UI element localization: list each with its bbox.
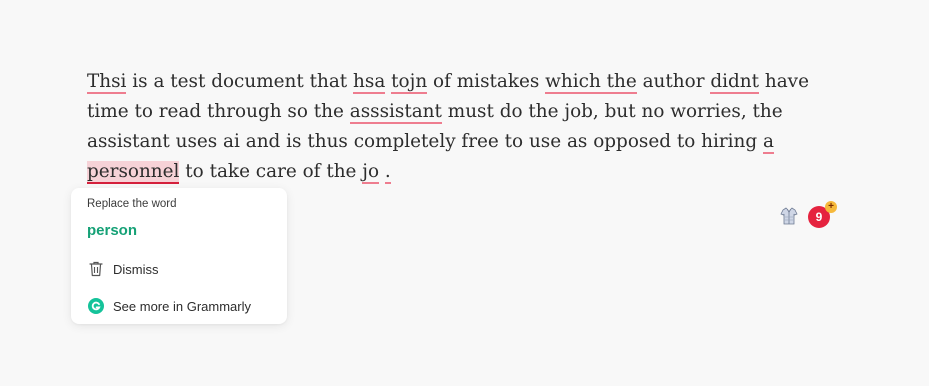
premium-plus-badge: + <box>825 201 837 213</box>
error-word[interactable]: jo <box>362 161 380 184</box>
error-word[interactable]: . <box>384 161 391 184</box>
dismiss-button[interactable]: Dismiss <box>87 259 159 279</box>
error-word[interactable]: tojn <box>391 71 428 94</box>
document-text[interactable]: Thsi is a test document that hsa tojn of… <box>87 67 832 187</box>
floating-widgets: 9 + <box>779 201 839 232</box>
shirt-icon[interactable] <box>779 206 799 226</box>
error-word[interactable]: a <box>763 131 774 154</box>
text-run: of mistakes <box>427 71 546 92</box>
see-more-label: See more in Grammarly <box>113 298 251 314</box>
error-word[interactable]: which the <box>545 71 637 94</box>
card-title: Replace the word <box>87 198 177 210</box>
suggestion-card: Replace the word person Dismiss See more… <box>71 188 287 324</box>
error-word[interactable]: asssistant <box>349 101 442 124</box>
grammarly-logo-icon <box>87 297 105 315</box>
suggestion-replacement-button[interactable]: person <box>87 222 137 239</box>
text-run: is a test document that <box>126 71 354 92</box>
text-run: author <box>636 71 711 92</box>
active-error-word[interactable]: personnel <box>87 161 180 184</box>
error-word[interactable]: hsa <box>353 71 386 94</box>
dismiss-label: Dismiss <box>113 261 159 277</box>
error-word[interactable]: didnt <box>710 71 760 94</box>
see-more-in-grammarly-button[interactable]: See more in Grammarly <box>87 296 251 316</box>
text-run: to take care of the <box>179 161 363 182</box>
error-word[interactable]: Thsi <box>87 71 127 94</box>
trash-icon <box>87 260 105 278</box>
